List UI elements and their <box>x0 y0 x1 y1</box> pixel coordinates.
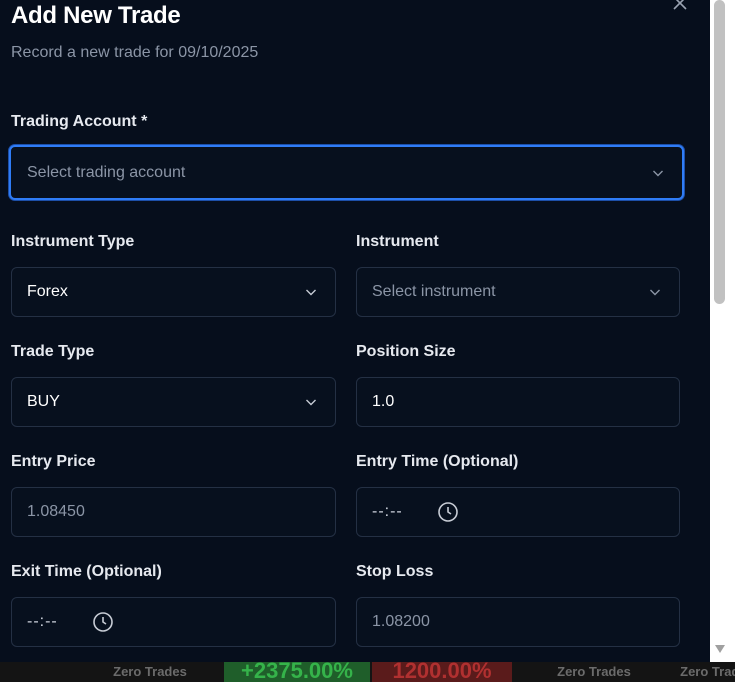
background-cell: Zero Trades <box>113 663 187 679</box>
trade-type-select[interactable]: BUY <box>11 377 336 427</box>
stop-loss-input[interactable]: 1.08200 <box>356 597 680 647</box>
trading-account-label: Trading Account * <box>11 113 148 130</box>
dialog-title: Add New Trade <box>11 2 181 29</box>
position-size-label: Position Size <box>356 343 456 360</box>
entry-price-placeholder: 1.08450 <box>27 503 85 520</box>
entry-price-input[interactable]: 1.08450 <box>11 487 336 537</box>
entry-time-input[interactable]: --:-- <box>356 487 680 537</box>
scrollbar-thumb[interactable] <box>714 0 725 304</box>
trade-type-label: Trade Type <box>11 343 95 360</box>
background-cell: Zero Trades <box>557 663 631 679</box>
trading-account-select[interactable]: Select trading account <box>9 145 684 200</box>
dialog-subtitle: Record a new trade for 09/10/2025 <box>11 44 259 61</box>
chevron-down-icon <box>306 289 316 296</box>
clock-icon[interactable] <box>437 501 459 523</box>
chevron-down-icon <box>650 289 660 296</box>
background-strip: Zero Trades +2375.00% 1200.00% Zero Trad… <box>0 660 735 682</box>
background-cell: Zero Trades <box>680 663 735 679</box>
instrument-type-label: Instrument Type <box>11 233 135 250</box>
scroll-down-arrow-icon[interactable] <box>714 644 726 654</box>
exit-time-input[interactable]: --:-- <box>11 597 336 647</box>
chevron-down-icon <box>653 170 663 176</box>
close-icon[interactable] <box>671 0 689 12</box>
instrument-label: Instrument <box>356 233 439 250</box>
chevron-down-icon <box>306 399 316 406</box>
position-size-value: 1.0 <box>372 393 395 410</box>
exit-time-label: Exit Time (Optional) <box>11 563 162 580</box>
instrument-select[interactable]: Select instrument <box>356 267 680 317</box>
background-cell: 1200.00% <box>372 660 512 682</box>
entry-time-label: Entry Time (Optional) <box>356 453 519 470</box>
instrument-placeholder: Select instrument <box>372 283 496 300</box>
position-size-input[interactable]: 1.0 <box>356 377 680 427</box>
stop-loss-label: Stop Loss <box>356 563 434 580</box>
stop-loss-placeholder: 1.08200 <box>372 613 430 630</box>
trading-account-placeholder: Select trading account <box>27 163 186 181</box>
dialog-scrollbar[interactable] <box>710 0 735 662</box>
clock-icon[interactable] <box>92 611 114 633</box>
background-cell: +2375.00% <box>224 660 370 682</box>
instrument-type-value: Forex <box>27 283 68 300</box>
trade-type-value: BUY <box>27 393 60 410</box>
instrument-type-select[interactable]: Forex <box>11 267 336 317</box>
entry-time-value: --:-- <box>372 503 403 520</box>
add-trade-dialog: Add New Trade Record a new trade for 09/… <box>0 0 710 662</box>
exit-time-value: --:-- <box>27 613 58 630</box>
entry-price-label: Entry Price <box>11 453 96 470</box>
